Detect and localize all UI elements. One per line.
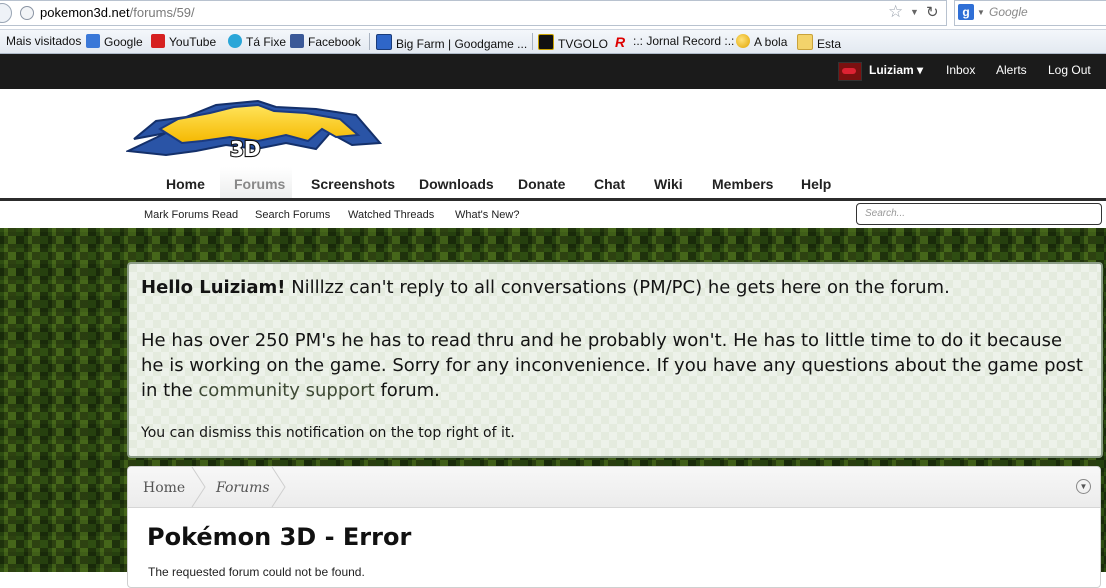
watched-threads-link[interactable]: Watched Threads [348,209,434,221]
bookmark-star-icon[interactable]: ☆ [888,2,903,22]
logout-link[interactable]: Log Out [1048,63,1091,77]
notice-greeting: Hello Luiziam! [141,277,286,298]
search-engine-dropdown-icon[interactable]: ▼ [977,8,985,17]
page-title: Pokémon 3D - Error [147,523,412,551]
breadcrumb-forums[interactable]: Forums [216,480,270,496]
avatar[interactable] [838,62,862,81]
pokemon-3d-logo[interactable]: 3D [126,99,382,161]
notice-line-1: Hello Luiziam! Nilllzz can't reply to al… [141,277,950,298]
globe-icon [20,6,34,20]
search-input[interactable]: Search... [856,203,1102,225]
browser-search-placeholder: Google [989,5,1028,19]
url-field[interactable]: pokemon3d.net/forums/59/ ☆ ▼ ↻ [0,0,947,26]
content-panel: Home Forums ▼ Pokémon 3D - Error The req… [127,466,1101,588]
svg-text:3D: 3D [230,137,261,161]
site-top-bar: Luiziam ▾ Inbox Alerts Log Out [0,54,1106,89]
search-placeholder: Search... [865,208,906,219]
tab-home[interactable]: Home [166,176,205,192]
bookmarks-bar: Mais visitados Google YouTube Tá Fixe Fa… [0,30,1106,54]
bookmark-folder-esta[interactable]: Esta [797,34,841,51]
bookmark-ta-fixe[interactable]: Tá Fixe [228,34,286,49]
url-text[interactable]: pokemon3d.net/forums/59/ [40,5,195,20]
breadcrumb-arrow-icon [271,467,286,507]
tab-help[interactable]: Help [801,176,831,192]
bookmark-google[interactable]: Google [86,34,143,49]
bookmark-jornal-record[interactable]: R:.: Jornal Record :.: [615,34,734,49]
breadcrumb: Home Forums ▼ [128,467,1100,508]
tab-forums[interactable]: Forums [234,176,285,192]
tab-downloads[interactable]: Downloads [419,176,494,192]
notice-box: Hello Luiziam! Nilllzz can't reply to al… [127,262,1103,458]
google-icon[interactable]: g [958,4,974,20]
breadcrumb-home[interactable]: Home [143,480,185,496]
bookmark-separator [532,33,533,50]
whats-new-link[interactable]: What's New? [455,209,519,221]
google-icon [86,34,100,48]
abola-icon [736,34,750,48]
breadcrumb-arrow-icon [191,467,206,507]
user-menu[interactable]: Luiziam ▾ [869,63,923,77]
community-support-link[interactable]: community support [198,380,374,401]
back-icon[interactable] [0,3,12,23]
bookmark-tvgolo[interactable]: TVGOLO [538,34,608,51]
tab-wiki[interactable]: Wiki [654,176,683,192]
bookmark-separator [369,33,370,50]
error-message: The requested forum could not be found. [148,565,365,579]
notice-paragraph-2: He has over 250 PM's he has to read thru… [141,330,1083,401]
tab-members[interactable]: Members [712,176,773,192]
bookmark-big-farm[interactable]: Big Farm | Goodgame ... [376,34,527,51]
browser-address-bar: pokemon3d.net/forums/59/ ☆ ▼ ↻ g ▼ Googl… [0,0,1106,30]
tafixe-icon [228,34,242,48]
bookmark-facebook[interactable]: Facebook [290,34,361,49]
site-header: 3D Home Forums Screenshots Downloads Don… [0,89,1106,200]
bookmark-youtube[interactable]: YouTube [151,34,216,49]
mark-forums-read-link[interactable]: Mark Forums Read [144,209,238,221]
tab-chat[interactable]: Chat [594,176,625,192]
youtube-icon [151,34,165,48]
search-forums-link[interactable]: Search Forums [255,209,330,221]
tvgolo-icon [538,34,554,50]
goodgame-icon [376,34,392,50]
browser-search-box[interactable]: g ▼ Google [954,0,1106,26]
tab-screenshots[interactable]: Screenshots [311,176,395,192]
history-dropdown-icon[interactable]: ▼ [910,7,919,17]
alerts-link[interactable]: Alerts [996,63,1027,77]
inbox-link[interactable]: Inbox [946,63,975,77]
jump-menu-icon[interactable]: ▼ [1076,479,1091,494]
facebook-icon [290,34,304,48]
reload-icon[interactable]: ↻ [926,3,939,21]
folder-icon [797,34,813,50]
tab-donate[interactable]: Donate [518,176,565,192]
sub-navigation: Mark Forums Read Search Forums Watched T… [0,201,1106,228]
record-icon: R [615,34,626,50]
bookmark-a-bola[interactable]: A bola [736,34,787,49]
bookmark-mais-visitados[interactable]: Mais visitados [6,34,81,48]
notice-dismiss-hint: You can dismiss this notification on the… [141,425,515,441]
